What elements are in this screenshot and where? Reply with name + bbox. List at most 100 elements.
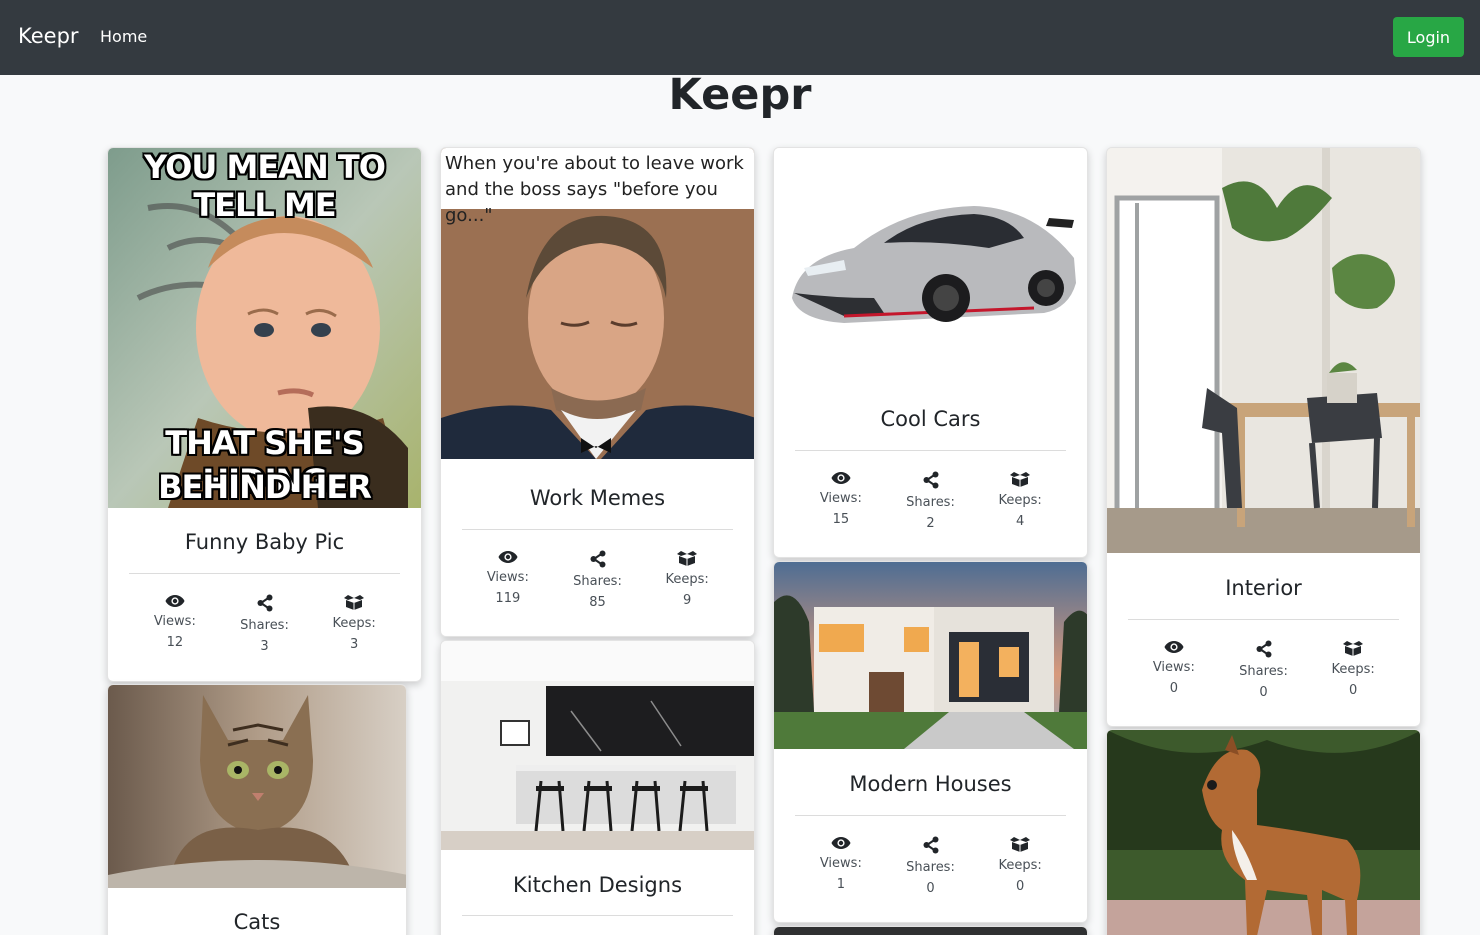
keep-card[interactable]: Modern Houses Views: 1 Shares: 0 Keeps: 0: [773, 561, 1088, 923]
shares-stat: Shares: 85: [553, 550, 643, 613]
box-icon: [1342, 640, 1364, 656]
keep-card[interactable]: [773, 926, 1088, 935]
box-icon: [1009, 471, 1031, 487]
keep-card[interactable]: Kitchen Designs: [440, 640, 755, 935]
card-title: Kitchen Designs: [512, 873, 683, 897]
stat-label: Keeps:: [998, 858, 1042, 873]
stat-value: 0: [926, 881, 935, 896]
eye-icon: [165, 594, 185, 608]
card-title: Cats: [233, 910, 281, 934]
views-stat: Views: 12: [130, 594, 220, 657]
nav-home-link[interactable]: Home: [100, 27, 147, 46]
keep-image[interactable]: [108, 685, 406, 888]
card-title: Modern Houses: [849, 772, 1012, 796]
meme-caption: When you're about to leave work and the …: [441, 148, 754, 226]
keeps-stat: Keeps: 0: [1308, 640, 1398, 703]
keep-card[interactable]: Cats: [107, 684, 407, 935]
meme-bottom-text: BEHIND HER HANDS?: [158, 468, 372, 508]
card-stats: Views: 12 Shares: 3 Keeps: 3: [130, 594, 399, 657]
box-icon: [676, 550, 698, 566]
stat-value: 15: [832, 512, 850, 527]
box-icon: [1009, 836, 1031, 852]
stat-value: 3: [350, 637, 359, 652]
eye-icon: [831, 471, 851, 485]
keep-image[interactable]: [774, 148, 1087, 388]
dog-image: [1107, 730, 1420, 935]
shares-stat: Shares: 0: [886, 836, 976, 899]
shares-stat: Shares: 3: [220, 594, 310, 657]
stat-label: Shares:: [906, 860, 955, 875]
cat-image: [108, 685, 406, 888]
shares-stat: Shares: 2: [886, 471, 976, 534]
keeps-stat: Keeps: 0: [975, 836, 1065, 899]
interior-image: [1107, 148, 1420, 553]
eye-icon: [1164, 640, 1184, 654]
house-image: [774, 562, 1087, 749]
stat-label: Views:: [819, 491, 862, 506]
card-divider: [129, 573, 400, 574]
card-stats: Views: 0 Shares: 0 Keeps: 0: [1129, 640, 1398, 703]
keep-image[interactable]: YOU MEAN TO TELL ME THAT SHE'S HIDING BE…: [108, 148, 421, 508]
keep-image[interactable]: [441, 641, 754, 850]
card-divider: [795, 450, 1066, 451]
stat-label: Views:: [153, 614, 196, 629]
page-title: Keepr: [668, 70, 812, 120]
stat-value: 2: [926, 516, 935, 531]
keep-card[interactable]: When you're about to leave work and the …: [440, 147, 755, 637]
stat-label: Views:: [819, 856, 862, 871]
stat-label: Shares:: [906, 495, 955, 510]
eye-icon: [831, 836, 851, 850]
stat-value: 12: [166, 635, 184, 650]
keeps-stat: Keeps: 3: [309, 594, 399, 657]
stat-value: 85: [589, 595, 606, 610]
share-icon: [257, 594, 273, 612]
stat-value: 0: [1169, 681, 1178, 696]
stat-value: 3: [260, 639, 269, 654]
card-divider: [462, 529, 733, 530]
card-divider: [1128, 619, 1399, 620]
stat-label: Shares:: [573, 574, 622, 589]
card-title: Funny Baby Pic: [184, 530, 345, 554]
card-title: Cool Cars: [880, 407, 981, 431]
share-icon: [590, 550, 606, 568]
card-title: Interior: [1225, 576, 1302, 600]
views-stat: Views: 119: [463, 550, 553, 613]
keep-card[interactable]: Interior Views: 0 Shares: 0 Keeps: 0: [1106, 147, 1421, 727]
brand-link[interactable]: Keepr: [18, 24, 79, 48]
views-stat: Views: 0: [1129, 640, 1219, 703]
stat-value: 119: [495, 591, 521, 606]
share-icon: [923, 836, 939, 854]
views-stat: Views: 1: [796, 836, 886, 899]
keep-image[interactable]: [774, 927, 1087, 935]
keep-card[interactable]: Cool Cars Views: 15 Shares: 2 Keeps: 4: [773, 147, 1088, 558]
card-stats: Views: 1 Shares: 0 Keeps: 0: [796, 836, 1065, 899]
stat-label: Views:: [1152, 660, 1195, 675]
card-stats: Views: 15 Shares: 2 Keeps: 4: [796, 471, 1065, 534]
stat-value: 9: [683, 593, 692, 608]
stat-label: Shares:: [1239, 664, 1288, 679]
stat-label: Keeps:: [998, 493, 1042, 508]
login-button[interactable]: Login: [1393, 17, 1464, 57]
stat-value: 0: [1349, 683, 1358, 698]
card-title: Work Memes: [529, 486, 666, 510]
stat-value: 1: [836, 877, 845, 892]
kitchen-image: [441, 641, 754, 850]
card-divider: [795, 815, 1066, 816]
stat-label: Shares:: [240, 618, 289, 633]
stat-label: Views:: [486, 570, 529, 585]
eye-icon: [498, 550, 518, 564]
box-icon: [343, 594, 365, 610]
keep-image[interactable]: [1107, 148, 1420, 553]
share-icon: [1256, 640, 1272, 658]
keep-image[interactable]: [1107, 730, 1420, 935]
card-divider: [462, 915, 733, 916]
keeps-stat: Keeps: 9: [642, 550, 732, 613]
keep-image[interactable]: When you're about to leave work and the …: [441, 148, 754, 459]
keep-card[interactable]: [1106, 729, 1421, 935]
stat-value: 0: [1259, 685, 1268, 700]
car-image: [774, 148, 1087, 388]
stat-label: Keeps:: [332, 616, 376, 631]
keep-card[interactable]: YOU MEAN TO TELL ME THAT SHE'S HIDING BE…: [107, 147, 422, 682]
keep-image[interactable]: [774, 562, 1087, 749]
stat-value: 4: [1016, 514, 1025, 529]
